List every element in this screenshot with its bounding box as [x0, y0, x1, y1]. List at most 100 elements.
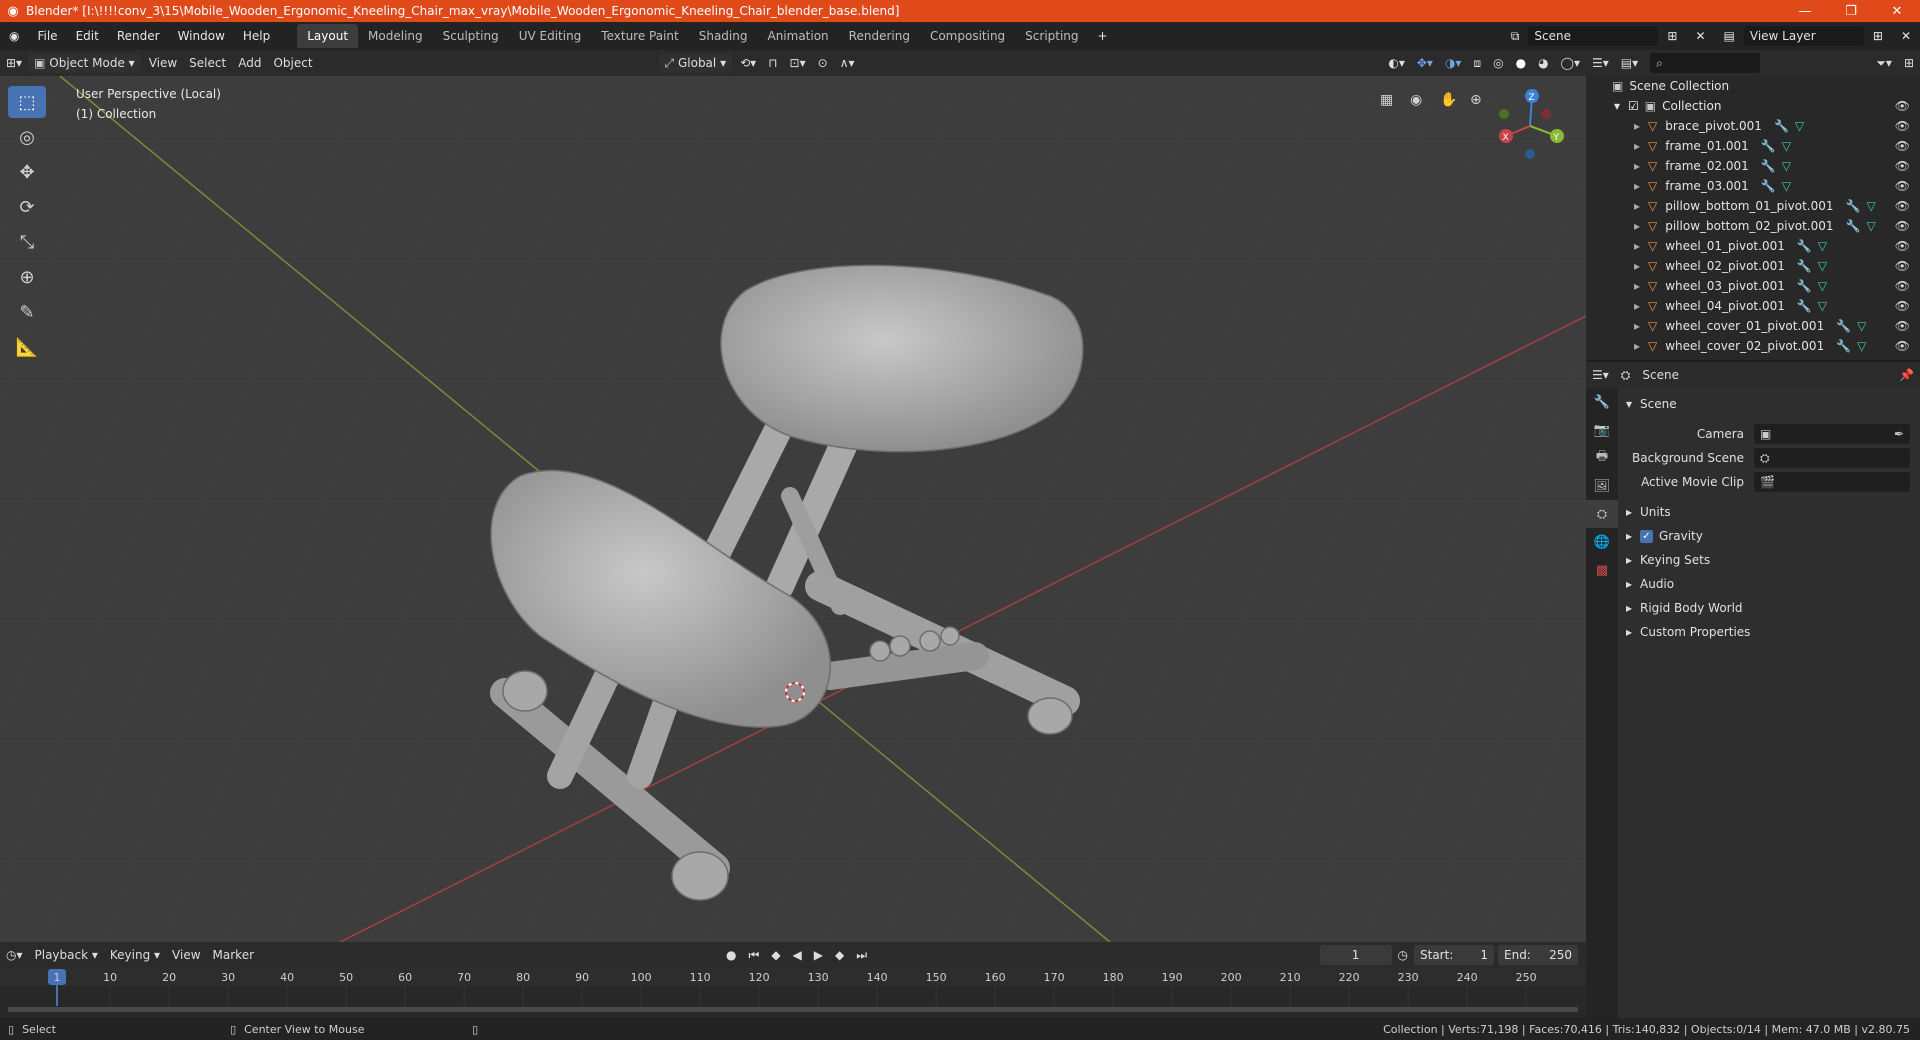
visibility-eye-icon[interactable]: 👁 — [1895, 119, 1910, 133]
expand-arrow-icon[interactable]: ▸ — [1634, 159, 1648, 173]
visibility-eye-icon[interactable]: 👁 — [1895, 199, 1910, 213]
scene-panel-header[interactable]: ▾ Scene — [1618, 392, 1920, 416]
annotate-tool-icon[interactable]: ✎ — [8, 296, 46, 328]
outliner-object-row[interactable]: ▸ ▽ frame_03.001 🔧 ▽ 👁 — [1586, 176, 1920, 196]
timeline-ruler[interactable]: 1 10 20 30 40 50 60 70 80 90 100 110 120 130 140 150 160… — [0, 968, 1586, 1018]
modifier-icon[interactable]: 🔧 — [1797, 279, 1812, 293]
snap-icon[interactable]: ⊓ — [762, 53, 783, 73]
editor-type-icon[interactable]: ⊞▾ — [0, 53, 28, 73]
rendered-shading-icon[interactable]: ◯▾ — [1555, 53, 1586, 73]
expand-arrow-icon[interactable]: ▸ — [1634, 179, 1648, 193]
expand-arrow-icon[interactable]: ▸ — [1634, 259, 1648, 273]
scale-tool-icon[interactable]: ⤡ — [8, 226, 46, 258]
view-buttons[interactable]: ▦ ◉ ✋ ⊕ — [1380, 91, 1482, 108]
mesh-data-icon[interactable]: ▽ — [1818, 259, 1827, 273]
scene-browse-icon[interactable]: ⧉ — [1502, 29, 1529, 44]
wireframe-shading-icon[interactable]: ◎ — [1487, 53, 1509, 73]
custom-properties-panel[interactable]: ▸ Custom Properties — [1618, 620, 1920, 644]
mesh-data-icon[interactable]: ▽ — [1795, 119, 1804, 133]
audio-panel[interactable]: ▸ Audio — [1618, 572, 1920, 596]
collection-checkbox[interactable]: ☑ — [1628, 99, 1639, 113]
modifier-icon[interactable]: 🔧 — [1797, 259, 1812, 273]
axis-gizmo[interactable]: Z Y X — [1490, 84, 1570, 164]
modifier-icon[interactable]: 🔧 — [1797, 299, 1812, 313]
maximize-button[interactable]: ❐ — [1828, 4, 1874, 19]
solid-shading-icon[interactable]: ● — [1510, 53, 1532, 73]
rigid-body-world-panel[interactable]: ▸ Rigid Body World — [1618, 596, 1920, 620]
modifier-icon[interactable]: 🔧 — [1761, 159, 1776, 173]
viewlayer-selector[interactable]: View Layer — [1743, 26, 1864, 46]
transform-tool-icon[interactable]: ⊕ — [8, 261, 46, 293]
overlay-toggle-icon[interactable]: ◑▾ — [1439, 53, 1468, 73]
modifier-icon[interactable]: 🔧 — [1846, 199, 1861, 213]
outliner-search-input[interactable]: ⌕ — [1650, 53, 1761, 73]
scene-selector[interactable]: Scene — [1528, 26, 1659, 46]
texture-tab-icon[interactable]: ▩ — [1586, 556, 1618, 584]
mesh-data-icon[interactable]: ▽ — [1818, 239, 1827, 253]
mesh-data-icon[interactable]: ▽ — [1866, 199, 1875, 213]
modifier-icon[interactable]: 🔧 — [1797, 239, 1812, 253]
toggle-grid-view-icon[interactable]: ▦ — [1380, 92, 1393, 108]
menu-object[interactable]: Object — [267, 53, 318, 73]
menu-file[interactable]: File — [28, 29, 66, 43]
camera-field[interactable]: ▣ ✒ — [1754, 424, 1910, 444]
gravity-checkbox[interactable]: ✓ — [1640, 529, 1653, 543]
pan-view-icon[interactable]: ✋ — [1440, 91, 1457, 108]
outliner-object-row[interactable]: ▸ ▽ wheel_01_pivot.001 🔧 ▽ 👁 — [1586, 236, 1920, 256]
menu-playback[interactable]: Playback ▾ — [29, 945, 104, 965]
expand-arrow-icon[interactable]: ▸ — [1634, 239, 1648, 253]
tab-modeling[interactable]: Modeling — [358, 24, 433, 48]
tab-rendering[interactable]: Rendering — [839, 24, 920, 48]
modifier-icon[interactable]: 🔧 — [1836, 319, 1851, 333]
play-icon[interactable]: ▶ — [808, 945, 829, 965]
play-reverse-icon[interactable]: ◀ — [787, 945, 808, 965]
visibility-eye-icon[interactable]: 👁 — [1895, 219, 1910, 233]
menu-marker[interactable]: Marker — [207, 945, 260, 965]
close-button[interactable]: ✕ — [1874, 4, 1920, 19]
tab-animation[interactable]: Animation — [757, 24, 838, 48]
modifier-icon[interactable]: 🔧 — [1836, 339, 1851, 353]
properties-editor-icon[interactable]: ☰▾ — [1586, 365, 1615, 385]
output-tab-icon[interactable]: 🖶 — [1586, 444, 1618, 472]
tab-compositing[interactable]: Compositing — [920, 24, 1015, 48]
expand-arrow-icon[interactable]: ▾ — [1614, 99, 1628, 113]
viewport-scene[interactable] — [0, 76, 1586, 942]
keying-sets-panel[interactable]: ▸ Keying Sets — [1618, 548, 1920, 572]
mesh-data-icon[interactable]: ▽ — [1782, 179, 1791, 193]
snap-target-icon[interactable]: ⊡▾ — [784, 53, 812, 73]
expand-arrow-icon[interactable]: ▸ — [1634, 339, 1648, 353]
mesh-data-icon[interactable]: ▽ — [1818, 279, 1827, 293]
visibility-eye-icon[interactable]: 👁 — [1895, 99, 1910, 113]
visibility-eye-icon[interactable]: 👁 — [1895, 319, 1910, 333]
menu-window[interactable]: Window — [169, 29, 234, 43]
delete-viewlayer-icon[interactable]: ✕ — [1892, 29, 1920, 43]
next-keyframe-icon[interactable]: ◆ — [829, 945, 850, 965]
expand-arrow-icon[interactable]: ▸ — [1634, 139, 1648, 153]
cursor-tool-icon[interactable]: ◎ — [8, 121, 46, 153]
filter-icon[interactable]: ⏷▾ — [1870, 53, 1898, 73]
timeline-scrollbar[interactable] — [8, 1007, 1578, 1012]
menu-render[interactable]: Render — [108, 29, 169, 43]
expand-arrow-icon[interactable]: ▸ — [1634, 319, 1648, 333]
units-panel[interactable]: ▸ Units — [1618, 500, 1920, 524]
zoom-view-icon[interactable]: ⊕ — [1470, 92, 1482, 108]
expand-arrow-icon[interactable]: ▸ — [1634, 299, 1648, 313]
menu-edit[interactable]: Edit — [67, 29, 108, 43]
timeline-area[interactable]: 1 10 20 30 40 50 60 70 80 90 100 110 120 130 140 150 160… — [0, 968, 1586, 1018]
menu-view[interactable]: View — [143, 53, 183, 73]
modifier-icon[interactable]: 🔧 — [1846, 219, 1861, 233]
outliner-object-row[interactable]: ▸ ▽ pillow_bottom_02_pivot.001 🔧 ▽ 👁 — [1586, 216, 1920, 236]
visibility-eye-icon[interactable]: 👁 — [1895, 339, 1910, 353]
jump-start-icon[interactable]: ⏮ — [743, 945, 766, 965]
rotate-tool-icon[interactable]: ⟳ — [8, 191, 46, 223]
material-shading-icon[interactable]: ◕ — [1532, 53, 1554, 73]
tool-tab-icon[interactable]: 🔧 — [1586, 388, 1618, 416]
record-icon[interactable]: ● — [720, 945, 742, 965]
measure-tool-icon[interactable]: 📐 — [8, 331, 46, 363]
menu-help[interactable]: Help — [234, 29, 279, 43]
outliner-object-row[interactable]: ▸ ▽ brace_pivot.001 🔧 ▽ 👁 — [1586, 116, 1920, 136]
preview-range-icon[interactable]: ◷ — [1392, 945, 1414, 965]
pivot-icon[interactable]: ⟲▾ — [734, 53, 762, 73]
visibility-eye-icon[interactable]: 👁 — [1895, 139, 1910, 153]
mesh-data-icon[interactable]: ▽ — [1857, 319, 1866, 333]
